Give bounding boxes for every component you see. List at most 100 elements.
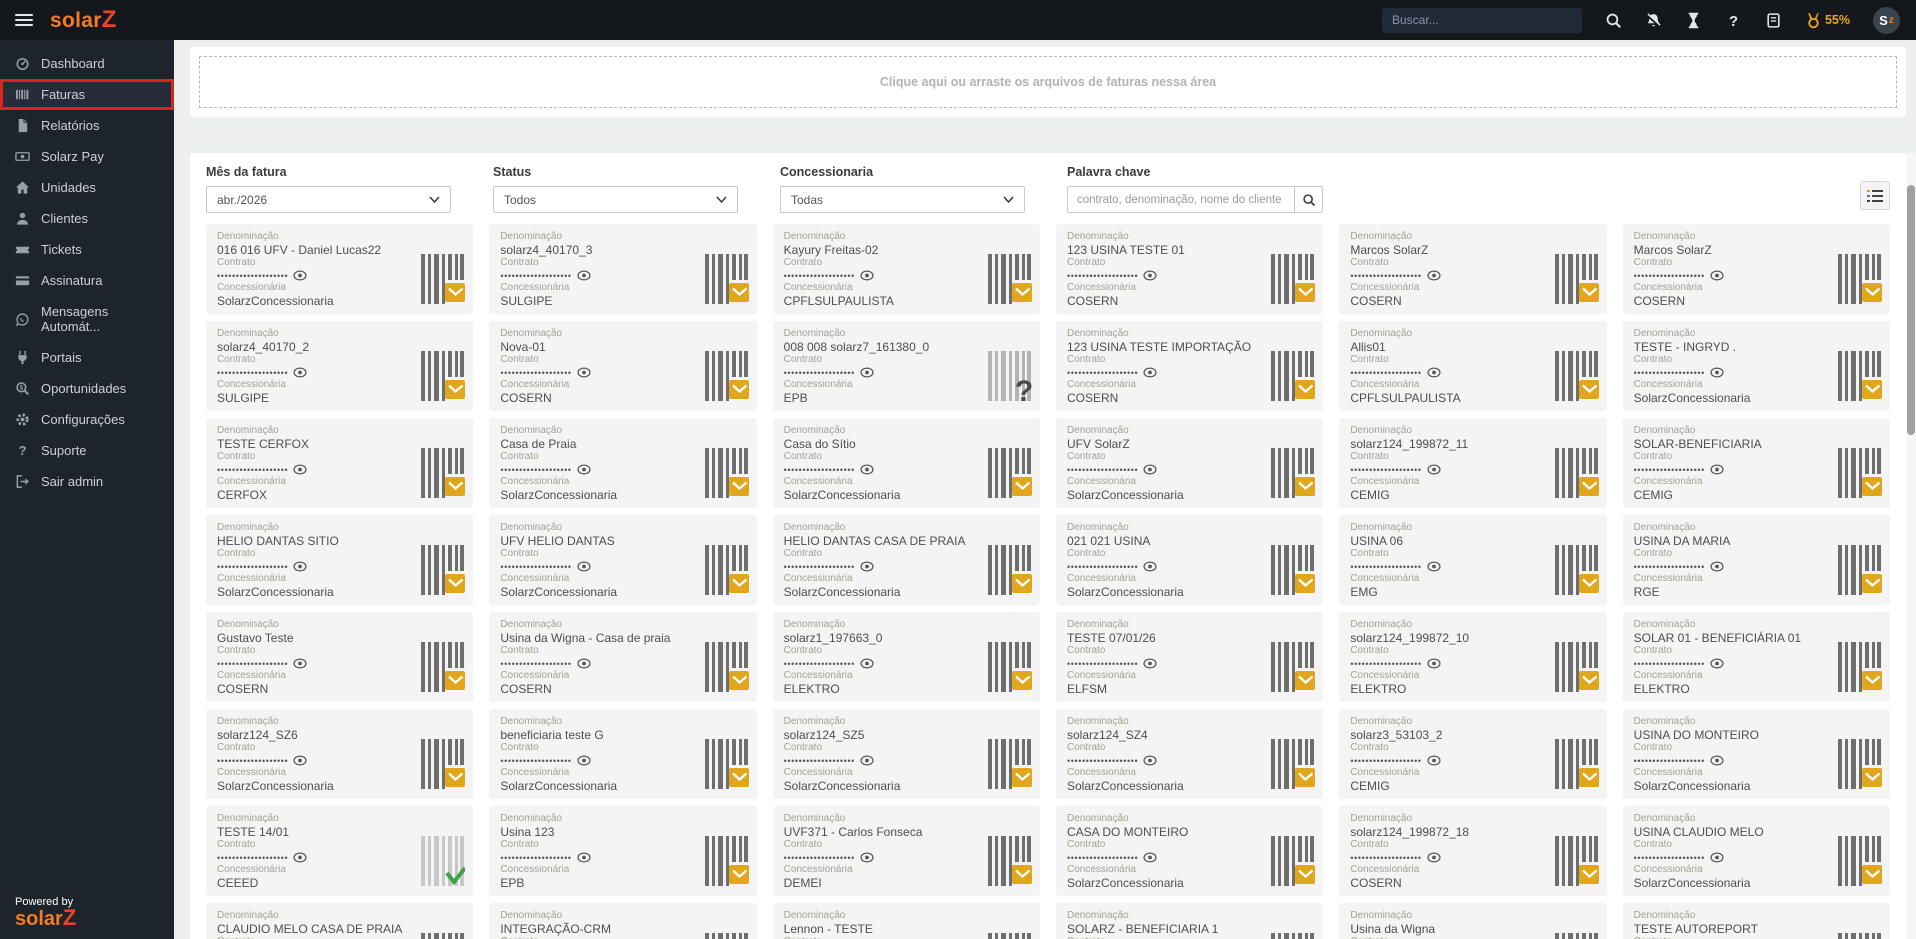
global-search-input[interactable] — [1381, 7, 1582, 33]
list-view-toggle-button[interactable] — [1860, 181, 1890, 210]
invoice-card[interactable]: Denominação CLAUDIO MELO CASA DE PRAIA C… — [206, 903, 474, 939]
toggle-contract-visibility-icon[interactable] — [860, 658, 874, 669]
invoice-card[interactable]: Denominação 016 016 UFV - Daniel Lucas22… — [206, 224, 474, 314]
notifications-off-icon[interactable] — [1645, 12, 1662, 29]
invoice-barcode-icon[interactable] — [1271, 254, 1316, 309]
invoice-barcode-icon[interactable] — [1271, 642, 1316, 697]
invoice-card[interactable]: Denominação solarz124_199872_18 Contrato… — [1339, 806, 1607, 896]
invoice-card[interactable]: Denominação 123 USINA TESTE IMPORTAÇÃO C… — [1056, 321, 1324, 411]
toggle-contract-visibility-icon[interactable] — [577, 367, 591, 378]
toggle-contract-visibility-icon[interactable] — [293, 270, 307, 281]
toggle-contract-visibility-icon[interactable] — [860, 561, 874, 572]
invoice-card[interactable]: Denominação 123 USINA TESTE 01 Contrato … — [1056, 224, 1324, 314]
sidebar-item-faturas[interactable]: Faturas — [0, 79, 174, 110]
invoice-barcode-icon[interactable] — [421, 448, 466, 503]
invoice-barcode-icon[interactable] — [704, 836, 749, 891]
invoice-card[interactable]: Denominação Usina 123 Contrato •••••••••… — [489, 806, 757, 896]
invoice-card[interactable]: Denominação HELIO DANTAS SITIO Contrato … — [206, 515, 474, 605]
invoice-card[interactable]: Denominação HELIO DANTAS CASA DE PRAIA C… — [772, 515, 1040, 605]
invoice-barcode-icon[interactable] — [1838, 254, 1882, 309]
invoice-card[interactable]: Denominação USINA DO MONTEIRO Contrato •… — [1622, 709, 1890, 799]
invoice-barcode-icon[interactable] — [704, 642, 749, 697]
sidebar-item-mensagens-automat[interactable]: Mensagens Automát... — [0, 296, 174, 342]
invoice-card[interactable]: Denominação USINA CLAUDIO MELO Contrato … — [1622, 806, 1890, 896]
invoice-card[interactable]: Denominação 008 008 solarz7_161380_0 Con… — [772, 321, 1040, 411]
invoice-card[interactable]: Denominação solarz3_53103_2 Contrato •••… — [1339, 709, 1607, 799]
invoice-barcode-icon[interactable] — [704, 351, 749, 406]
invoice-card[interactable]: Denominação Lennon - TESTE Contrato ••••… — [772, 903, 1040, 939]
invoice-card[interactable]: Denominação 021 021 USINA Contrato •••••… — [1056, 515, 1324, 605]
help-icon[interactable]: ? — [1725, 12, 1742, 28]
invoice-card[interactable]: Denominação solarz124_199872_11 Contrato… — [1339, 418, 1607, 508]
invoice-barcode-icon[interactable]: ? — [988, 351, 1033, 408]
invoice-card[interactable]: Denominação solarz124_SZ4 Contrato •••••… — [1056, 709, 1324, 799]
toggle-contract-visibility-icon[interactable] — [1143, 852, 1157, 863]
invoice-barcode-icon[interactable] — [704, 739, 749, 794]
invoice-card[interactable]: Denominação Kayury Freitas-02 Contrato •… — [772, 224, 1040, 314]
sidebar-item-assinatura[interactable]: Assinatura — [0, 265, 174, 296]
invoice-barcode-icon[interactable] — [1838, 836, 1882, 891]
invoice-card[interactable]: Denominação UFV SolarZ Contrato ••••••••… — [1056, 418, 1324, 508]
gamification-badge[interactable]: 55% — [1805, 12, 1850, 29]
toggle-contract-visibility-icon[interactable] — [1427, 270, 1441, 281]
toggle-contract-visibility-icon[interactable] — [1427, 367, 1441, 378]
invoice-barcode-icon[interactable] — [1838, 545, 1882, 600]
scrollbar-thumb[interactable] — [1907, 185, 1915, 435]
invoice-card[interactable]: Denominação beneficiaria teste G Contrat… — [489, 709, 757, 799]
invoice-barcode-icon[interactable] — [1554, 642, 1599, 697]
invoice-barcode-icon[interactable] — [1554, 351, 1599, 406]
invoice-card[interactable]: Denominação USINA 06 Contrato ••••••••••… — [1339, 515, 1607, 605]
toggle-contract-visibility-icon[interactable] — [1710, 367, 1724, 378]
invoice-barcode-icon[interactable] — [1838, 642, 1882, 697]
sidebar-item-tickets[interactable]: Tickets — [0, 234, 174, 265]
avatar[interactable]: Sz — [1873, 6, 1900, 34]
toggle-contract-visibility-icon[interactable] — [1710, 270, 1724, 281]
invoice-card[interactable]: Denominação Gustavo Teste Contrato •••••… — [206, 612, 474, 702]
invoice-barcode-icon[interactable] — [1554, 933, 1599, 939]
sidebar-item-configuracoes[interactable]: Configurações — [0, 404, 174, 435]
invoice-card[interactable]: Denominação solarz1_197663_0 Contrato ••… — [772, 612, 1040, 702]
toggle-contract-visibility-icon[interactable] — [577, 755, 591, 766]
invoice-barcode-icon[interactable] — [1838, 739, 1882, 794]
toggle-contract-visibility-icon[interactable] — [1143, 270, 1157, 281]
invoice-card[interactable]: Denominação solarz4_40170_2 Contrato •••… — [206, 321, 474, 411]
status-filter-select[interactable]: Todos — [493, 186, 738, 213]
invoice-card[interactable]: Denominação TESTE AUTOREPORT Contrato ••… — [1622, 903, 1890, 939]
toggle-contract-visibility-icon[interactable] — [1710, 658, 1724, 669]
invoice-card[interactable]: Denominação TESTE 14/01 Contrato •••••••… — [206, 806, 474, 896]
invoice-card[interactable]: Denominação Usina da Wigna - Casa de pra… — [489, 612, 757, 702]
toggle-contract-visibility-icon[interactable] — [293, 464, 307, 475]
invoice-barcode-icon[interactable] — [1271, 351, 1316, 406]
invoice-card[interactable]: Denominação Nova-01 Contrato •••••••••••… — [489, 321, 757, 411]
invoice-barcode-icon[interactable] — [1554, 739, 1599, 794]
invoice-card[interactable]: Denominação solarz4_40170_3 Contrato •••… — [489, 224, 757, 314]
toggle-contract-visibility-icon[interactable] — [577, 852, 591, 863]
toggle-contract-visibility-icon[interactable] — [1427, 561, 1441, 572]
invoice-barcode-icon[interactable] — [1838, 933, 1882, 939]
search-icon[interactable] — [1605, 12, 1622, 29]
sidebar-item-suporte[interactable]: ? Suporte — [0, 435, 174, 466]
invoice-barcode-icon[interactable] — [988, 642, 1032, 697]
invoice-card[interactable]: Denominação TESTE - INGRYD . Contrato ••… — [1622, 321, 1890, 411]
toggle-contract-visibility-icon[interactable] — [1143, 367, 1157, 378]
toggle-contract-visibility-icon[interactable] — [860, 464, 874, 475]
invoice-barcode-icon[interactable] — [1554, 836, 1599, 891]
keyword-search-button[interactable] — [1295, 186, 1323, 213]
toggle-contract-visibility-icon[interactable] — [293, 852, 307, 863]
invoice-card[interactable]: Denominação SOLARZ - BENEFICIARIA 1 Cont… — [1056, 903, 1324, 939]
sidebar-item-clientes[interactable]: Clientes — [0, 203, 174, 234]
sidebar-item-relatorios[interactable]: Relatórios — [0, 110, 174, 141]
brand-logo[interactable]: solarZ — [50, 6, 117, 34]
toggle-contract-visibility-icon[interactable] — [860, 755, 874, 766]
invoice-barcode-icon[interactable] — [1271, 933, 1315, 939]
invoice-barcode-icon[interactable] — [988, 933, 1032, 939]
toggle-contract-visibility-icon[interactable] — [293, 755, 307, 766]
toggle-contract-visibility-icon[interactable] — [1427, 852, 1441, 863]
menu-icon[interactable] — [15, 11, 33, 29]
sidebar-item-sair-admin[interactable]: Sair admin — [0, 466, 174, 497]
invoice-barcode-icon[interactable] — [988, 836, 1032, 891]
invoice-card[interactable]: Denominação USINA DA MARIA Contrato ••••… — [1622, 515, 1890, 605]
invoice-card[interactable]: Denominação CASA DO MONTEIRO Contrato ••… — [1056, 806, 1324, 896]
invoice-barcode-icon[interactable] — [1271, 448, 1316, 503]
keyword-filter-input[interactable] — [1067, 186, 1295, 213]
